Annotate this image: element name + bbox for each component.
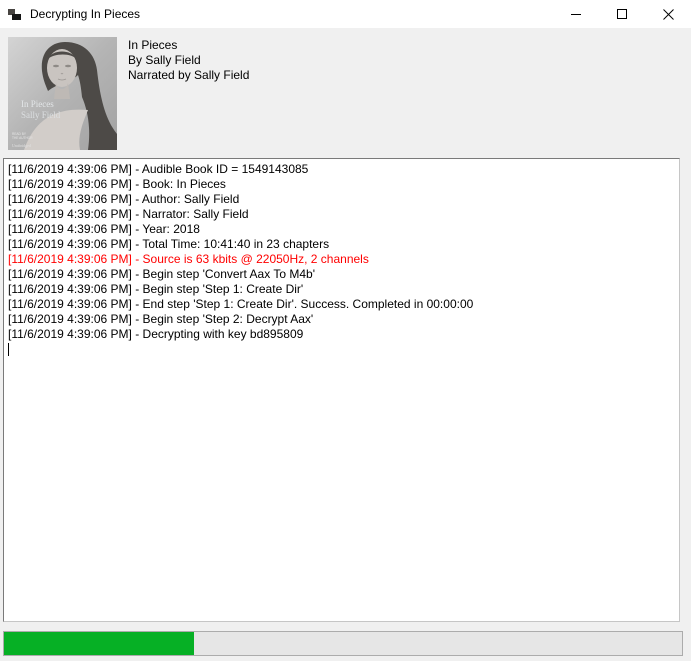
log-line: [11/6/2019 4:39:06 PM] - Book: In Pieces <box>8 177 675 192</box>
log-line: [11/6/2019 4:39:06 PM] - Begin step 'Ste… <box>8 282 675 297</box>
log-line: [11/6/2019 4:39:06 PM] - Decrypting with… <box>8 327 675 342</box>
log-textbox[interactable]: [11/6/2019 4:39:06 PM] - Audible Book ID… <box>3 158 680 622</box>
window-controls <box>553 0 691 28</box>
log-line: [11/6/2019 4:39:06 PM] - Narrator: Sally… <box>8 207 675 222</box>
maximize-icon <box>616 8 628 20</box>
log-line: [11/6/2019 4:39:06 PM] - Year: 2018 <box>8 222 675 237</box>
log-line: [11/6/2019 4:39:06 PM] - Audible Book ID… <box>8 162 675 177</box>
caret-line <box>8 342 675 357</box>
minimize-icon <box>570 8 582 20</box>
minimize-button[interactable] <box>553 0 599 28</box>
close-button[interactable] <box>645 0 691 28</box>
decrypt-progressbar <box>3 631 683 656</box>
book-narrator: Narrated by Sally Field <box>128 68 249 83</box>
close-icon <box>662 8 675 21</box>
log-line: [11/6/2019 4:39:06 PM] - Begin step 'Con… <box>8 267 675 282</box>
cover-theauthor-text: THE AUTHOR <box>12 136 33 140</box>
log-line: [11/6/2019 4:39:06 PM] - Begin step 'Ste… <box>8 312 675 327</box>
window-title: Decrypting In Pieces <box>30 7 140 21</box>
progressbar-fill <box>4 632 194 655</box>
app-icon <box>7 6 23 22</box>
cover-unabridged-text: Unabridged <box>12 143 31 148</box>
log-lines: [11/6/2019 4:39:06 PM] - Audible Book ID… <box>8 162 675 342</box>
book-title: In Pieces <box>128 38 249 53</box>
maximize-button[interactable] <box>599 0 645 28</box>
titlebar: Decrypting In Pieces <box>0 0 691 28</box>
log-line: [11/6/2019 4:39:06 PM] - Source is 63 kb… <box>8 252 675 267</box>
book-info: In Pieces By Sally Field Narrated by Sal… <box>128 38 249 83</box>
text-caret <box>8 343 9 356</box>
log-line: [11/6/2019 4:39:06 PM] - End step 'Step … <box>8 297 675 312</box>
app-window: { "titlebar": { "title": "Decrypting In … <box>0 0 691 661</box>
log-line: [11/6/2019 4:39:06 PM] - Author: Sally F… <box>8 192 675 207</box>
cover-author-text: Sally Field <box>21 110 61 120</box>
cover-title-text: In Pieces <box>21 99 54 109</box>
log-line: [11/6/2019 4:39:06 PM] - Total Time: 10:… <box>8 237 675 252</box>
book-author: By Sally Field <box>128 53 249 68</box>
book-cover-image: In Pieces Sally Field READ BY THE AUTHOR… <box>8 37 117 150</box>
